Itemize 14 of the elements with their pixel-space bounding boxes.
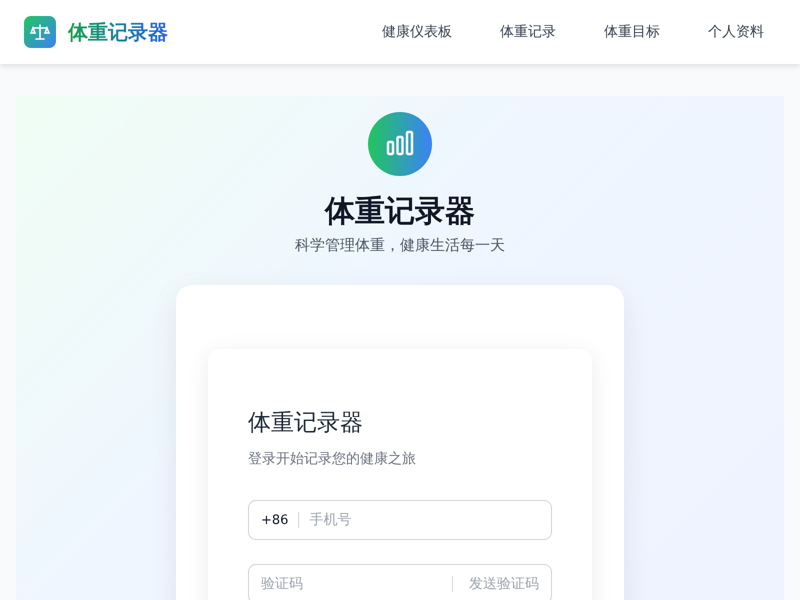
nav-link[interactable]: 体重记录 <box>500 23 556 41</box>
bar-chart-icon <box>368 112 432 176</box>
nav-link[interactable]: 健康仪表板 <box>382 23 452 41</box>
country-code: +86 <box>261 512 288 528</box>
login-subtitle: 登录开始记录您的健康之旅 <box>248 450 417 468</box>
scale-icon <box>24 16 56 48</box>
login-title: 体重记录器 <box>248 409 364 438</box>
code-input[interactable]: 验证码 <box>261 576 442 592</box>
hero-title: 体重记录器 <box>325 193 475 231</box>
hero-subtitle: 科学管理体重，健康生活每一天 <box>295 236 505 255</box>
phone-input[interactable]: 手机号 <box>309 512 539 528</box>
nav-link[interactable]: 个人资料 <box>708 23 764 41</box>
nav-link[interactable]: 体重目标 <box>604 23 660 41</box>
phone-field[interactable]: +86 手机号 <box>248 500 552 540</box>
